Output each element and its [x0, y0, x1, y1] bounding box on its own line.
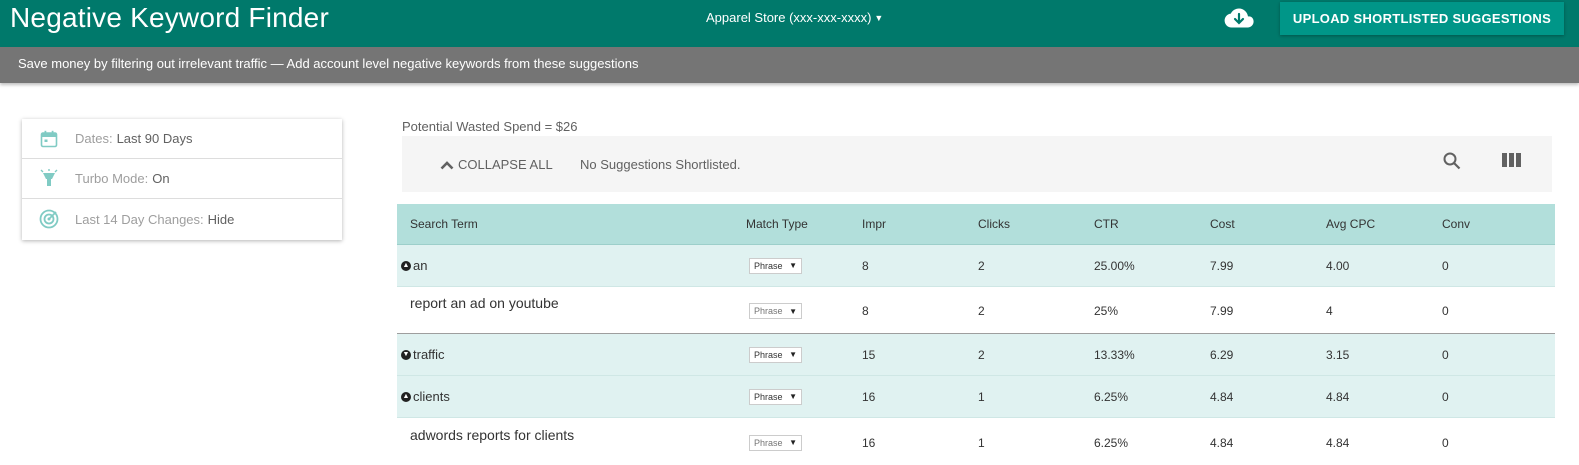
avg-cpc-cell: 3.15	[1326, 347, 1350, 362]
dates-label: Dates:	[75, 131, 113, 146]
conv-cell: 0	[1442, 389, 1449, 404]
cloud-download-icon[interactable]	[1224, 6, 1254, 30]
search-term: an	[413, 258, 428, 273]
changes-label: Last 14 Day Changes:	[75, 211, 204, 227]
dropdown-arrow-icon: ▼	[789, 261, 797, 270]
column-header-conv[interactable]: Conv	[1442, 217, 1555, 231]
shortlist-status: No Suggestions Shortlisted.	[580, 157, 741, 172]
calendar-icon	[38, 128, 60, 150]
cost-cell: 4.84	[1210, 435, 1234, 450]
dropdown-arrow-icon: ▼	[789, 438, 797, 447]
impr-cell: 8	[862, 304, 869, 318]
wasted-spend-text: Potential Wasted Spend = $26	[402, 119, 578, 134]
dates-setting[interactable]: Dates: Last 90 Days	[22, 119, 342, 159]
conv-cell: 0	[1442, 304, 1449, 318]
ctr-cell: 25.00%	[1094, 258, 1135, 273]
conv-cell: 0	[1442, 347, 1449, 362]
dropdown-arrow-icon: ▼	[789, 306, 797, 316]
changes-setting[interactable]: Last 14 Day Changes: Hide	[22, 199, 342, 239]
avg-cpc-cell: 4	[1326, 304, 1333, 318]
match-type-value: Phrase	[754, 437, 783, 448]
collapse-toggle-icon[interactable]: ▲	[401, 260, 411, 271]
match-type-value: Phrase	[754, 260, 783, 271]
match-type-select[interactable]: Phrase ▼	[749, 434, 802, 451]
columns-icon[interactable]	[1502, 152, 1522, 173]
cost-cell: 7.99	[1210, 304, 1234, 318]
caret-down-icon: ▼	[874, 12, 884, 23]
impr-cell: 16	[862, 389, 876, 404]
lamp-icon	[38, 168, 60, 190]
collapse-all-label: COLLAPSE ALL	[458, 157, 553, 172]
changes-value: Hide	[207, 211, 235, 227]
table-row[interactable]: ▼ traffic Phrase ▼ 15 2 13.33% 6.29 3.15…	[397, 334, 1555, 376]
column-header-ctr[interactable]: CTR	[1094, 217, 1210, 231]
clicks-cell: 1	[978, 435, 985, 450]
match-type-select[interactable]: Phrase ▼	[749, 346, 802, 363]
match-type-value: Phrase	[754, 391, 783, 402]
app-title: Negative Keyword Finder	[10, 2, 329, 33]
impr-cell: 15	[862, 347, 876, 362]
clicks-cell: 2	[978, 258, 985, 273]
match-type-value: Phrase	[754, 349, 783, 360]
collapse-all-button[interactable]: COLLAPSE ALL	[440, 157, 553, 172]
suggestions-table: Search Term Match Type Impr Clicks CTR C…	[397, 204, 1555, 465]
table-row[interactable]: ▲ clients Phrase ▼ 16 1 6.25% 4.84 4.84 …	[397, 376, 1555, 418]
search-icon[interactable]	[1442, 151, 1462, 176]
turbo-mode-label: Turbo Mode:	[75, 171, 149, 186]
table-header: Search Term Match Type Impr Clicks CTR C…	[397, 204, 1555, 245]
table-row[interactable]: report an ad on youtube Phrase ▼ 8 2 25%…	[397, 287, 1555, 334]
search-term: adwords reports for clients	[410, 426, 575, 443]
account-name: Apparel Store (xxx-xxx-xxxx)	[706, 10, 872, 25]
conv-cell: 0	[1442, 258, 1449, 273]
clicks-cell: 2	[978, 347, 985, 362]
expand-toggle-icon[interactable]: ▼	[401, 349, 411, 360]
impr-cell: 8	[862, 258, 869, 273]
dropdown-arrow-icon: ▼	[789, 350, 797, 359]
search-term: traffic	[413, 347, 445, 362]
match-type-select[interactable]: Phrase ▼	[749, 388, 802, 405]
turbo-mode-value: On	[152, 171, 170, 186]
table-row[interactable]: adwords reports for clients Phrase ▼ 16 …	[397, 418, 1555, 465]
conv-cell: 0	[1442, 435, 1449, 450]
avg-cpc-cell: 4.84	[1326, 435, 1350, 450]
chevron-up-icon	[440, 160, 454, 169]
column-header-cost[interactable]: Cost	[1210, 217, 1326, 231]
ctr-cell: 25%	[1094, 304, 1119, 318]
settings-card: Dates: Last 90 Days Turbo Mode: On Last …	[22, 119, 342, 240]
dropdown-arrow-icon: ▼	[789, 392, 797, 401]
info-banner: Save money by filtering out irrelevant t…	[0, 47, 1579, 83]
cost-cell: 4.84	[1210, 389, 1234, 404]
avg-cpc-cell: 4.00	[1326, 258, 1350, 273]
match-type-select[interactable]: Phrase ▼	[749, 257, 802, 274]
column-header-impr[interactable]: Impr	[862, 217, 978, 231]
cost-cell: 7.99	[1210, 258, 1234, 273]
match-type-select[interactable]: Phrase ▼	[749, 303, 802, 319]
column-header-search-term[interactable]: Search Term	[397, 217, 746, 231]
table-toolbar: COLLAPSE ALL No Suggestions Shortlisted.	[402, 136, 1552, 192]
upload-shortlisted-button[interactable]: UPLOAD SHORTLISTED SUGGESTIONS	[1280, 2, 1564, 35]
clicks-cell: 2	[978, 304, 985, 318]
ctr-cell: 13.33%	[1094, 347, 1135, 362]
turbo-mode-setting[interactable]: Turbo Mode: On	[22, 159, 342, 199]
table-row[interactable]: ▲ an Phrase ▼ 8 2 25.00% 7.99 4.00 0	[397, 245, 1555, 287]
dates-value: Last 90 Days	[116, 131, 193, 146]
search-term: clients	[413, 389, 450, 404]
column-header-match-type[interactable]: Match Type	[746, 217, 862, 231]
collapse-toggle-icon[interactable]: ▲	[401, 391, 411, 402]
avg-cpc-cell: 4.84	[1326, 389, 1350, 404]
ctr-cell: 6.25%	[1094, 435, 1129, 450]
account-selector[interactable]: Apparel Store (xxx-xxx-xxxx) ▼	[706, 10, 883, 25]
match-type-value: Phrase	[754, 306, 783, 316]
radar-icon	[38, 208, 60, 230]
column-header-clicks[interactable]: Clicks	[978, 217, 1094, 231]
top-bar: Negative Keyword Finder Apparel Store (x…	[0, 0, 1579, 47]
cost-cell: 6.29	[1210, 347, 1234, 362]
clicks-cell: 1	[978, 389, 985, 404]
impr-cell: 16	[862, 435, 876, 450]
column-header-avg-cpc[interactable]: Avg CPC	[1326, 217, 1442, 231]
search-term: report an ad on youtube	[410, 295, 559, 311]
ctr-cell: 6.25%	[1094, 389, 1129, 404]
